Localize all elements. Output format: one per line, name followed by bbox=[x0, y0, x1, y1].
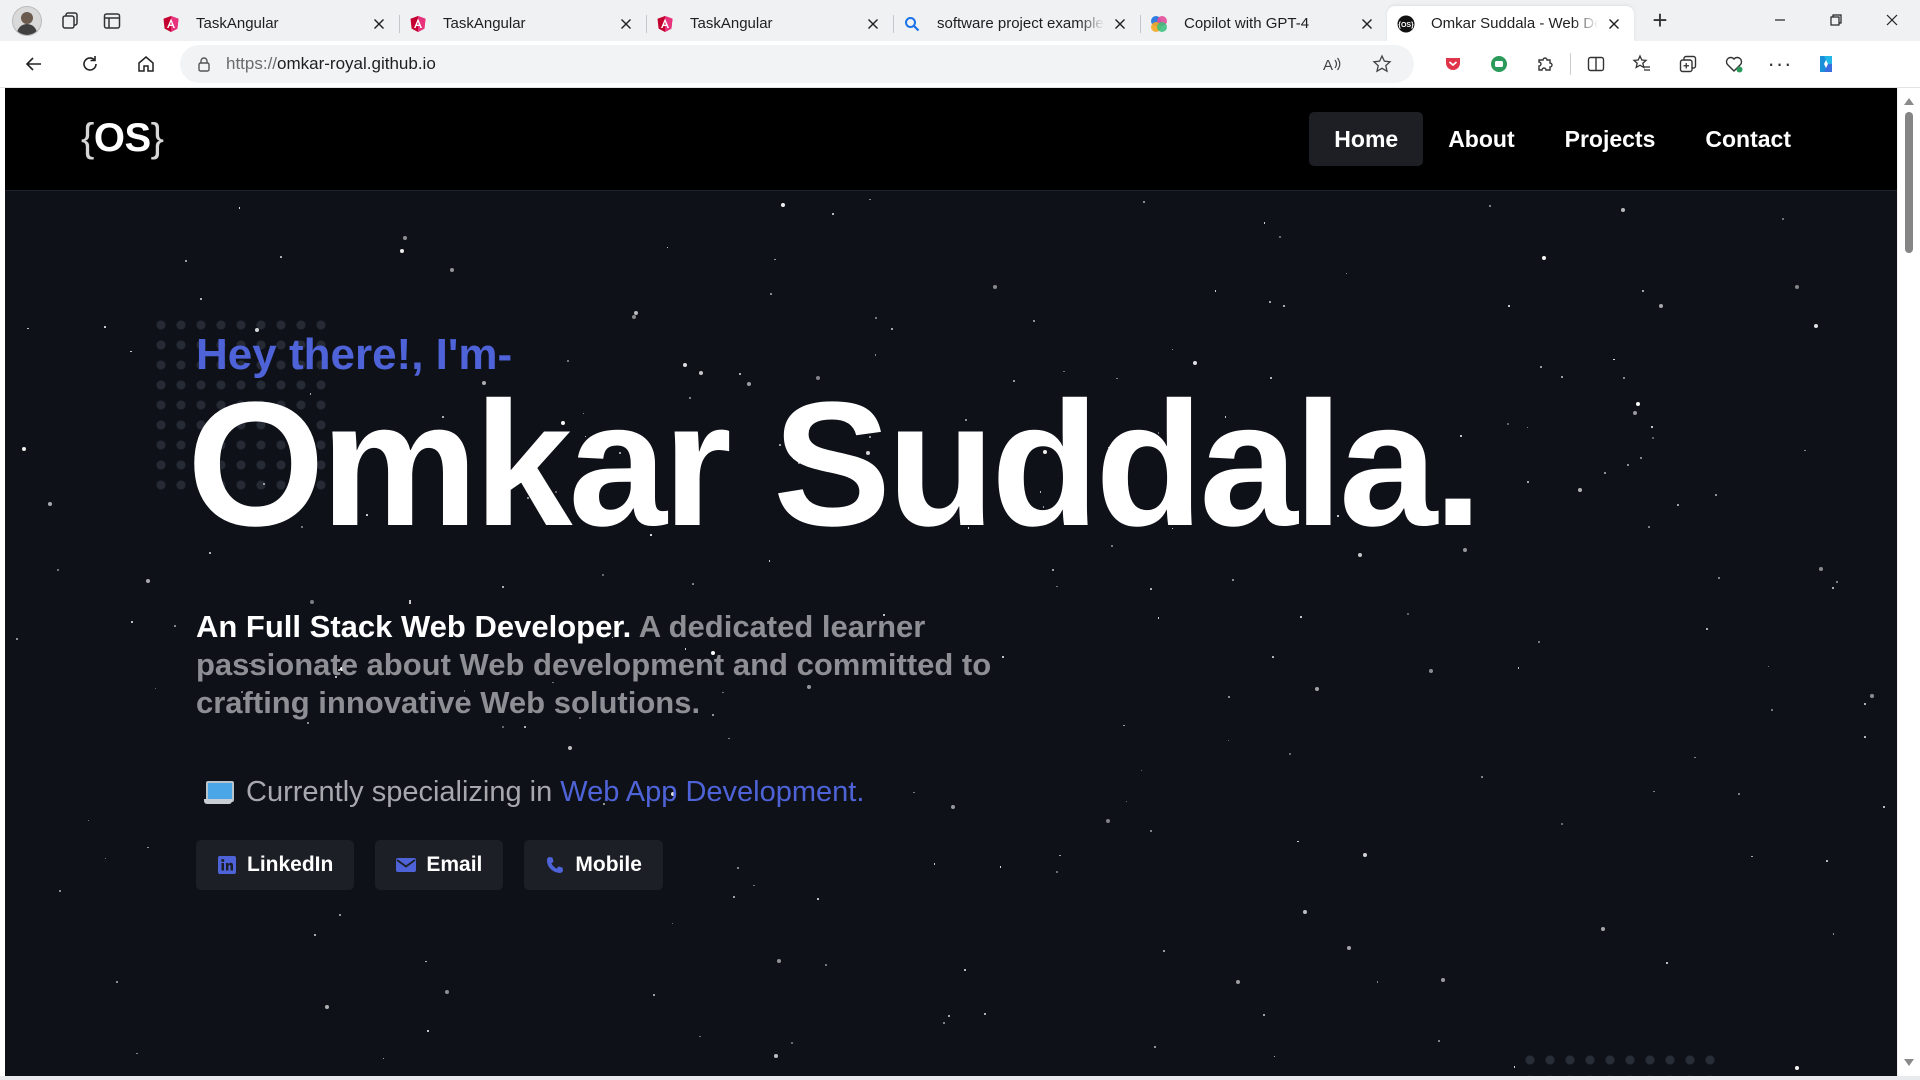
copilot-icon[interactable] bbox=[1803, 43, 1849, 85]
browser-tab[interactable]: software project example bbox=[893, 6, 1140, 41]
extensions-puzzle-icon[interactable] bbox=[1522, 43, 1568, 85]
home-button[interactable] bbox=[120, 44, 172, 84]
workspaces-icon[interactable] bbox=[50, 1, 90, 41]
nav-link-projects[interactable]: Projects bbox=[1540, 112, 1681, 166]
button-label: LinkedIn bbox=[247, 853, 334, 876]
back-arrow-icon bbox=[25, 57, 41, 71]
browser-tab[interactable]: TaskAngular bbox=[399, 6, 646, 41]
home-icon bbox=[138, 56, 154, 72]
tab-close-icon[interactable] bbox=[1604, 14, 1624, 34]
email-button[interactable]: Email bbox=[375, 840, 504, 890]
tab-list: TaskAngular TaskAngular TaskAngular softwar… bbox=[152, 0, 1634, 41]
refresh-icon bbox=[83, 56, 97, 71]
tab-close-icon[interactable] bbox=[863, 14, 883, 34]
button-label: Mobile bbox=[575, 853, 642, 876]
specialization-prefix: Currently specializing in bbox=[246, 776, 553, 808]
grammar-extension-icon[interactable] bbox=[1476, 43, 1522, 85]
vertical-tabs-icon[interactable] bbox=[92, 1, 132, 41]
restore-button[interactable] bbox=[1808, 0, 1864, 40]
browser-tab-active[interactable]: {OS} Omkar Suddala - Web Developer bbox=[1387, 6, 1634, 41]
tab-close-icon[interactable] bbox=[1110, 14, 1130, 34]
browser-tab[interactable]: TaskAngular bbox=[646, 6, 893, 41]
window-controls bbox=[1752, 0, 1920, 40]
toolbar-icons: ··· bbox=[1430, 43, 1849, 85]
mobile-button[interactable]: Mobile bbox=[524, 840, 663, 890]
tab-close-icon[interactable] bbox=[369, 14, 389, 34]
new-tab-button[interactable]: + bbox=[1640, 1, 1680, 41]
more-options-icon[interactable]: ··· bbox=[1757, 43, 1803, 85]
url-text[interactable]: https://omkar-royal.github.io bbox=[226, 54, 1298, 74]
os-logo-icon: {OS} bbox=[1397, 15, 1415, 33]
phone-icon bbox=[545, 855, 565, 875]
tab-title: Copilot with GPT-4 bbox=[1184, 15, 1310, 32]
page-scrollbar[interactable] bbox=[1897, 88, 1920, 1076]
favorites-icon[interactable] bbox=[1619, 43, 1665, 85]
nav-link-contact[interactable]: Contact bbox=[1680, 112, 1816, 166]
linkedin-icon bbox=[217, 855, 237, 875]
hero-name: Omkar Suddala. bbox=[187, 365, 1483, 563]
social-buttons: LinkedIn Email Mobile bbox=[196, 840, 663, 890]
scroll-down-arrow-icon[interactable] bbox=[1904, 1059, 1914, 1066]
profile-avatar[interactable] bbox=[12, 5, 42, 36]
copilot-icon bbox=[1150, 15, 1168, 33]
refresh-button[interactable] bbox=[64, 44, 116, 84]
svg-text:{OS}: {OS} bbox=[1398, 22, 1414, 29]
address-bar[interactable]: https://omkar-royal.github.io A bbox=[180, 45, 1414, 83]
tab-close-icon[interactable] bbox=[616, 14, 636, 34]
window-bottom-edge bbox=[0, 1076, 1920, 1080]
button-label: Email bbox=[426, 853, 483, 876]
hero-section: Hey there!, I'm- Omkar Suddala. An Full … bbox=[5, 191, 1897, 1076]
tab-title: software project example bbox=[937, 15, 1104, 32]
browser-tab[interactable]: TaskAngular bbox=[152, 6, 399, 41]
linkedin-button[interactable]: LinkedIn bbox=[196, 840, 355, 890]
favorite-star-icon[interactable] bbox=[1366, 48, 1398, 80]
svg-text:A: A bbox=[1323, 57, 1333, 74]
angular-icon bbox=[162, 15, 180, 33]
nav-link-home[interactable]: Home bbox=[1309, 112, 1424, 166]
scrollbar-thumb[interactable] bbox=[1905, 112, 1913, 253]
nav-link-about[interactable]: About bbox=[1423, 112, 1539, 166]
lock-icon[interactable] bbox=[196, 56, 212, 72]
search-icon bbox=[903, 15, 921, 33]
browser-essentials-icon[interactable] bbox=[1711, 43, 1757, 85]
envelope-icon bbox=[396, 855, 417, 875]
read-aloud-icon[interactable]: A bbox=[1316, 48, 1348, 80]
page-viewport: {OS} Home About Projects Contact Hey there!… bbox=[5, 88, 1897, 1076]
site-navbar: {OS} Home About Projects Contact bbox=[5, 88, 1897, 191]
hero-description: An Full Stack Web Developer. A dedicated… bbox=[196, 608, 996, 722]
browser-tab[interactable]: Copilot with GPT-4 bbox=[1140, 6, 1387, 41]
close-window-button[interactable] bbox=[1864, 0, 1920, 40]
tab-title: TaskAngular bbox=[196, 15, 279, 32]
site-logo[interactable]: {OS} bbox=[81, 116, 164, 161]
angular-icon bbox=[409, 15, 427, 33]
tab-title: TaskAngular bbox=[443, 15, 526, 32]
tab-close-icon[interactable] bbox=[1357, 14, 1377, 34]
browser-toolbar: https://omkar-royal.github.io A ··· bbox=[0, 41, 1920, 88]
tab-title: TaskAngular bbox=[690, 15, 773, 32]
back-button[interactable] bbox=[8, 44, 60, 84]
hero-description-lead: An Full Stack Web Developer. bbox=[196, 609, 632, 644]
browser-tabstrip: TaskAngular TaskAngular TaskAngular softwar… bbox=[0, 0, 1920, 41]
angular-icon bbox=[656, 15, 674, 33]
scroll-up-arrow-icon[interactable] bbox=[1904, 98, 1914, 105]
collections-icon[interactable] bbox=[1665, 43, 1711, 85]
site-nav-links: Home About Projects Contact bbox=[1309, 112, 1816, 166]
specialization-accent: Web App Development. bbox=[560, 776, 865, 808]
split-screen-icon[interactable] bbox=[1573, 43, 1619, 85]
toolbar-divider bbox=[1570, 53, 1571, 75]
laptop-icon bbox=[204, 780, 234, 805]
tab-title: Omkar Suddala - Web Developer bbox=[1431, 15, 1598, 32]
minimize-button[interactable] bbox=[1752, 0, 1808, 40]
pocket-extension-icon[interactable] bbox=[1430, 43, 1476, 85]
specialization-line: Currently specializing in Web App Develo… bbox=[204, 776, 864, 809]
